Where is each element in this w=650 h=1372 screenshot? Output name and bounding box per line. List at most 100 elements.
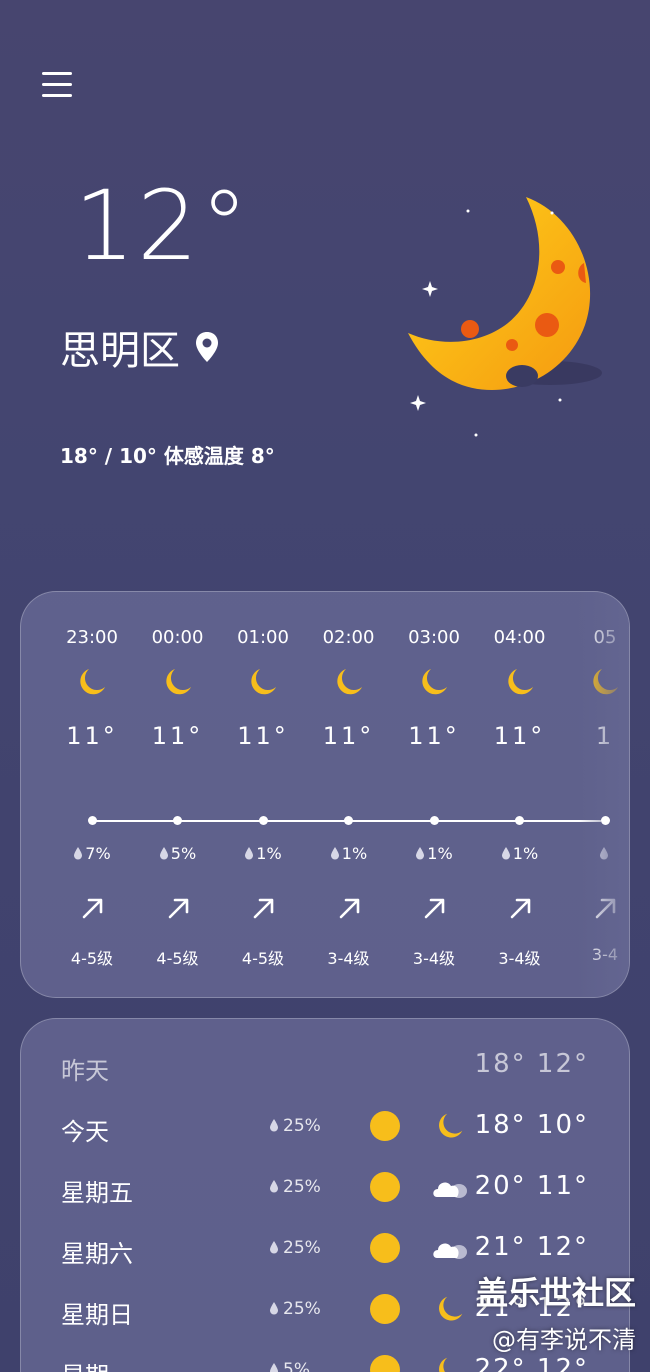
day-rain: 25%	[269, 1116, 321, 1136]
raindrop-icon	[73, 845, 83, 860]
hourly-rain: 1%	[304, 844, 394, 863]
moon-icon	[431, 1110, 469, 1142]
raindrop-icon	[269, 1239, 279, 1254]
raindrop-icon	[330, 845, 340, 860]
hourly-time: 02:00	[322, 627, 375, 648]
raindrop-icon	[269, 1178, 279, 1193]
hourly-wind: 3-4级	[498, 949, 541, 968]
wind-direction-icon	[421, 894, 449, 922]
day-rain: 25%	[269, 1299, 321, 1319]
hourly-temp: 11°	[408, 722, 460, 750]
moon-icon	[332, 665, 366, 699]
hourly-time: 23:00	[66, 627, 118, 648]
hourly-time: 04:00	[493, 627, 546, 648]
sun-icon	[369, 1354, 401, 1372]
menu-button[interactable]	[42, 72, 74, 102]
raindrop-icon	[501, 845, 511, 860]
timeline-dot	[344, 816, 353, 825]
hourly-forecast-card[interactable]: 23:00 11° 7% 4-5级 00:00 11° 5% 4-5级 01:00 11° 1% 4-…	[20, 591, 630, 998]
day-name: 今天	[61, 1118, 109, 1146]
wind-direction-icon	[165, 894, 193, 922]
raindrop-icon	[269, 1117, 279, 1132]
current-temperature: 12°	[74, 170, 251, 282]
moon-icon	[503, 665, 537, 699]
timeline-dot	[515, 816, 524, 825]
hourly-wind: 4-5级	[241, 949, 285, 968]
moon-icon	[75, 665, 109, 699]
day-temperature: 21° 12°	[474, 1232, 589, 1262]
raindrop-icon	[415, 845, 425, 860]
raindrop-icon	[269, 1361, 279, 1372]
sun-icon	[369, 1232, 401, 1264]
hourly-rain: 5%	[133, 844, 223, 863]
day-temperature: 18° 10°	[474, 1110, 589, 1140]
raindrop-icon	[159, 845, 169, 860]
hourly-item: 04:00 11° 1% 3-4级	[475, 592, 565, 997]
temperature-range: 18° / 10° 体感温度 8°	[60, 444, 275, 468]
day-temperature: 18° 12°	[474, 1049, 589, 1079]
moon-icon	[417, 665, 451, 699]
day-temperature: 22° 12°	[474, 1354, 589, 1372]
wind-direction-icon	[507, 894, 535, 922]
daily-row[interactable]: 星期五 25% 20° 11°	[21, 1169, 629, 1209]
wind-direction-icon	[79, 894, 107, 922]
hourly-item: 00:00 11° 5% 4-5级	[133, 592, 223, 997]
day-rain: 25%	[269, 1177, 321, 1197]
watermark-title: 盖乐世社区	[475, 1274, 636, 1312]
moon-icon	[246, 665, 280, 699]
menu-icon	[42, 72, 72, 75]
timeline-dot	[87, 816, 97, 825]
hourly-temp: 11°	[151, 722, 204, 750]
hourly-temp: 11°	[237, 722, 289, 750]
raindrop-icon	[244, 845, 254, 860]
moon-icon	[431, 1354, 469, 1372]
raindrop-icon	[269, 1300, 279, 1315]
day-name: 星期六	[61, 1240, 133, 1268]
daily-row[interactable]: 昨天 18° 12°	[21, 1047, 629, 1087]
moon-illustration	[408, 197, 602, 437]
hourly-rain: 1%	[218, 844, 308, 863]
timeline-dot	[600, 816, 610, 825]
cloud-icon	[431, 1171, 469, 1203]
cloud-icon	[431, 1232, 469, 1264]
location-pin-icon	[196, 332, 218, 362]
watermark-author: @有李说不清	[492, 1326, 636, 1354]
hourly-item: 03:00 11° 1% 3-4级	[389, 592, 479, 997]
hourly-rain: 7%	[47, 844, 137, 863]
hourly-time: 03:00	[408, 627, 460, 648]
hourly-temp: 11°	[322, 722, 375, 750]
location[interactable]: 思明区	[60, 318, 220, 376]
wind-direction-icon	[250, 894, 278, 922]
hourly-time: 01:00	[237, 627, 289, 648]
hourly-time: 00:00	[151, 627, 204, 648]
hourly-rain: 1%	[389, 844, 479, 863]
day-name: 星期一	[61, 1356, 133, 1372]
day-name: 昨天	[61, 1057, 109, 1085]
day-temperature: 20° 11°	[474, 1171, 589, 1201]
hourly-item: 01:00 11° 1% 4-5级	[218, 592, 308, 997]
sun-icon	[369, 1293, 401, 1325]
hourly-temp: 11°	[493, 722, 546, 750]
hourly-wind: 3-4级	[412, 949, 456, 968]
location-name: 思明区	[60, 328, 180, 374]
watermark: 盖乐世社区 @有李说不清	[476, 1268, 636, 1355]
day-rain: 5%	[269, 1360, 310, 1372]
daily-row[interactable]: 今天 25% 18° 10°	[21, 1108, 629, 1148]
day-name: 星期五	[61, 1179, 133, 1207]
hourly-temp: 11°	[66, 722, 118, 750]
hourly-wind: 3-4级	[327, 949, 370, 968]
day-name: 星期日	[61, 1301, 133, 1329]
moon-icon	[161, 665, 195, 699]
timeline-dot	[429, 816, 439, 825]
hourly-item: 23:00 11° 7% 4-5级	[47, 592, 137, 997]
daily-row[interactable]: 星期一 5% 22° 12°	[21, 1352, 629, 1372]
moon-icon	[431, 1293, 469, 1325]
daily-row[interactable]: 星期六 25% 21° 12°	[21, 1230, 629, 1270]
timeline-dot	[173, 816, 182, 825]
timeline-dot	[258, 816, 268, 825]
hourly-wind: 4-5级	[70, 949, 114, 968]
sun-icon	[369, 1171, 401, 1203]
hourly-rain: 1%	[475, 844, 565, 863]
hourly-item: 02:00 11° 1% 3-4级	[304, 592, 394, 997]
wind-direction-icon	[336, 894, 364, 922]
